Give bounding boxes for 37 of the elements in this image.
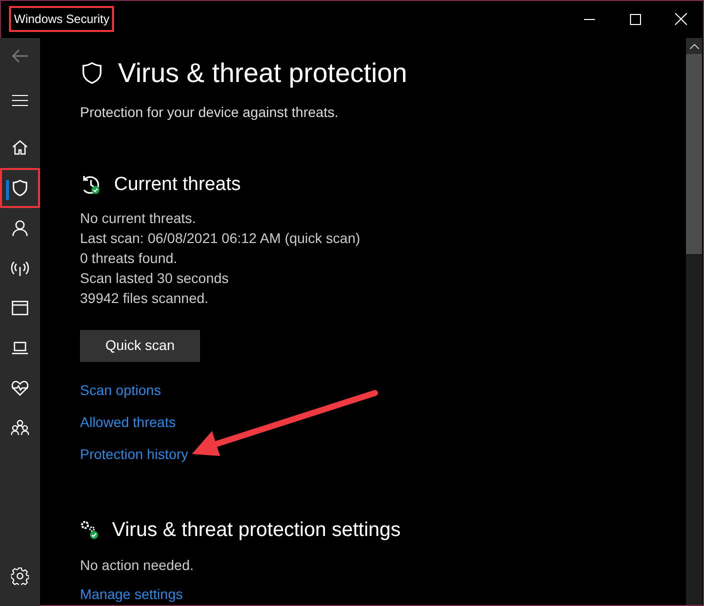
manage-settings-link[interactable]: Manage settings <box>80 586 183 602</box>
window-icon <box>11 299 29 317</box>
sidebar-item[interactable] <box>0 168 40 208</box>
window-title: Windows Security <box>9 6 114 32</box>
caret-up-icon <box>690 44 698 48</box>
quick-scan-button[interactable]: Quick scan <box>80 330 200 362</box>
gears-check-icon <box>80 520 100 540</box>
home-icon <box>11 139 29 157</box>
scrollbar-thumb[interactable] <box>686 54 702 254</box>
minimize-icon <box>584 18 594 20</box>
section-heading: Current threats <box>114 173 241 197</box>
antenna-icon <box>11 259 29 277</box>
heart-pulse-icon <box>11 379 29 397</box>
link[interactable]: Allowed threats <box>80 412 176 432</box>
page-subtitle: Protection for your device against threats. <box>80 103 340 122</box>
status-text: No action needed. <box>80 556 195 574</box>
section-heading: Virus & threat protection settings <box>112 518 401 542</box>
page-title: Virus & threat protection <box>118 57 408 90</box>
settings-icon <box>11 567 29 585</box>
people-icon <box>11 419 29 437</box>
shield-icon <box>80 60 104 86</box>
status-line: Scan lasted 30 seconds <box>80 268 229 288</box>
link[interactable]: Scan options <box>80 380 161 400</box>
scroll-up-button[interactable] <box>686 38 702 54</box>
status-line: No current threats. <box>80 208 196 228</box>
clock-check-icon <box>80 174 102 196</box>
laptop-icon <box>11 339 29 357</box>
menu-icon <box>12 94 28 106</box>
link[interactable]: Protection history <box>80 444 188 464</box>
person-icon <box>11 219 29 237</box>
shield-icon <box>11 179 29 197</box>
back-arrow-icon <box>11 49 29 63</box>
status-line: 0 threats found. <box>80 248 178 268</box>
status-line: Last scan: 06/08/2021 06:12 AM (quick scan) <box>80 228 360 248</box>
status-line: 39942 files scanned. <box>80 288 208 308</box>
close-icon <box>675 13 687 25</box>
maximize-icon <box>630 14 640 24</box>
